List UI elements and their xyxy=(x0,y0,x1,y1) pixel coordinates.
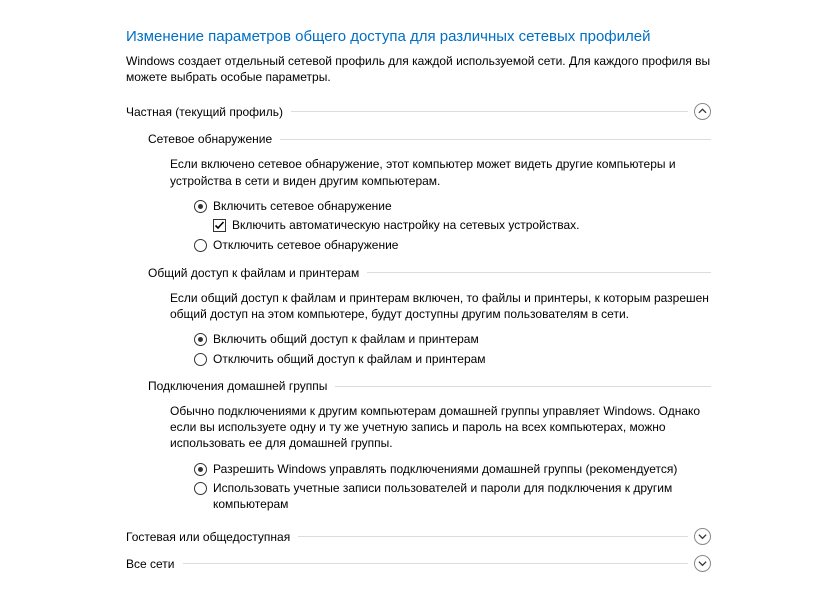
divider xyxy=(335,386,711,387)
profile-all-label: Все сети xyxy=(126,557,181,571)
radio-label: Включить общий доступ к файлам и принтер… xyxy=(213,332,479,348)
file-sharing-section: Общий доступ к файлам и принтерам Если о… xyxy=(148,266,711,368)
radio-icon xyxy=(194,333,207,346)
divider xyxy=(291,111,688,112)
radio-homegroup-user[interactable]: Использовать учетные записи пользователе… xyxy=(194,481,711,512)
divider xyxy=(280,139,711,140)
radio-label: Разрешить Windows управлять подключениям… xyxy=(213,462,677,478)
radio-icon xyxy=(194,463,207,476)
network-discovery-header: Сетевое обнаружение xyxy=(148,132,278,146)
checkbox-icon xyxy=(213,219,226,232)
checkbox-label: Включить автоматическую настройку на сет… xyxy=(232,218,580,234)
profile-private-label: Частная (текущий профиль) xyxy=(126,105,289,119)
intro-text: Windows создает отдельный сетевой профил… xyxy=(126,53,711,85)
radio-label: Включить сетевое обнаружение xyxy=(213,199,392,215)
network-discovery-desc: Если включено сетевое обнаружение, этот … xyxy=(170,156,711,188)
radio-icon xyxy=(194,353,207,366)
divider xyxy=(183,563,689,564)
radio-homegroup-windows[interactable]: Разрешить Windows управлять подключениям… xyxy=(194,462,711,478)
file-sharing-desc: Если общий доступ к файлам и принтерам в… xyxy=(170,290,711,322)
profile-all-header[interactable]: Все сети xyxy=(126,555,711,572)
radio-discovery-on[interactable]: Включить сетевое обнаружение xyxy=(194,199,711,215)
divider xyxy=(367,272,711,273)
homegroup-section: Подключения домашней группы Обычно подкл… xyxy=(148,379,711,512)
radio-discovery-off[interactable]: Отключить сетевое обнаружение xyxy=(194,238,711,254)
homegroup-header: Подключения домашней группы xyxy=(148,379,333,393)
radio-icon xyxy=(194,200,207,213)
profile-guest-header[interactable]: Гостевая или общедоступная xyxy=(126,528,711,545)
homegroup-desc: Обычно подключениями к другим компьютера… xyxy=(170,403,711,452)
page-title: Изменение параметров общего доступа для … xyxy=(126,28,711,45)
chevron-down-icon[interactable] xyxy=(694,555,711,572)
file-sharing-header: Общий доступ к файлам и принтерам xyxy=(148,266,365,280)
divider xyxy=(298,536,688,537)
radio-label: Отключить сетевое обнаружение xyxy=(213,238,398,254)
radio-sharing-on[interactable]: Включить общий доступ к файлам и принтер… xyxy=(194,332,711,348)
radio-sharing-off[interactable]: Отключить общий доступ к файлам и принте… xyxy=(194,352,711,368)
profile-guest-label: Гостевая или общедоступная xyxy=(126,530,296,544)
radio-icon xyxy=(194,239,207,252)
radio-icon xyxy=(194,482,207,495)
radio-label: Использовать учетные записи пользователе… xyxy=(213,481,711,512)
checkbox-auto-setup[interactable]: Включить автоматическую настройку на сет… xyxy=(213,218,711,234)
radio-label: Отключить общий доступ к файлам и принте… xyxy=(213,352,486,368)
network-discovery-section: Сетевое обнаружение Если включено сетево… xyxy=(148,132,711,253)
profile-private-header[interactable]: Частная (текущий профиль) xyxy=(126,103,711,120)
chevron-down-icon[interactable] xyxy=(694,528,711,545)
chevron-up-icon[interactable] xyxy=(694,103,711,120)
